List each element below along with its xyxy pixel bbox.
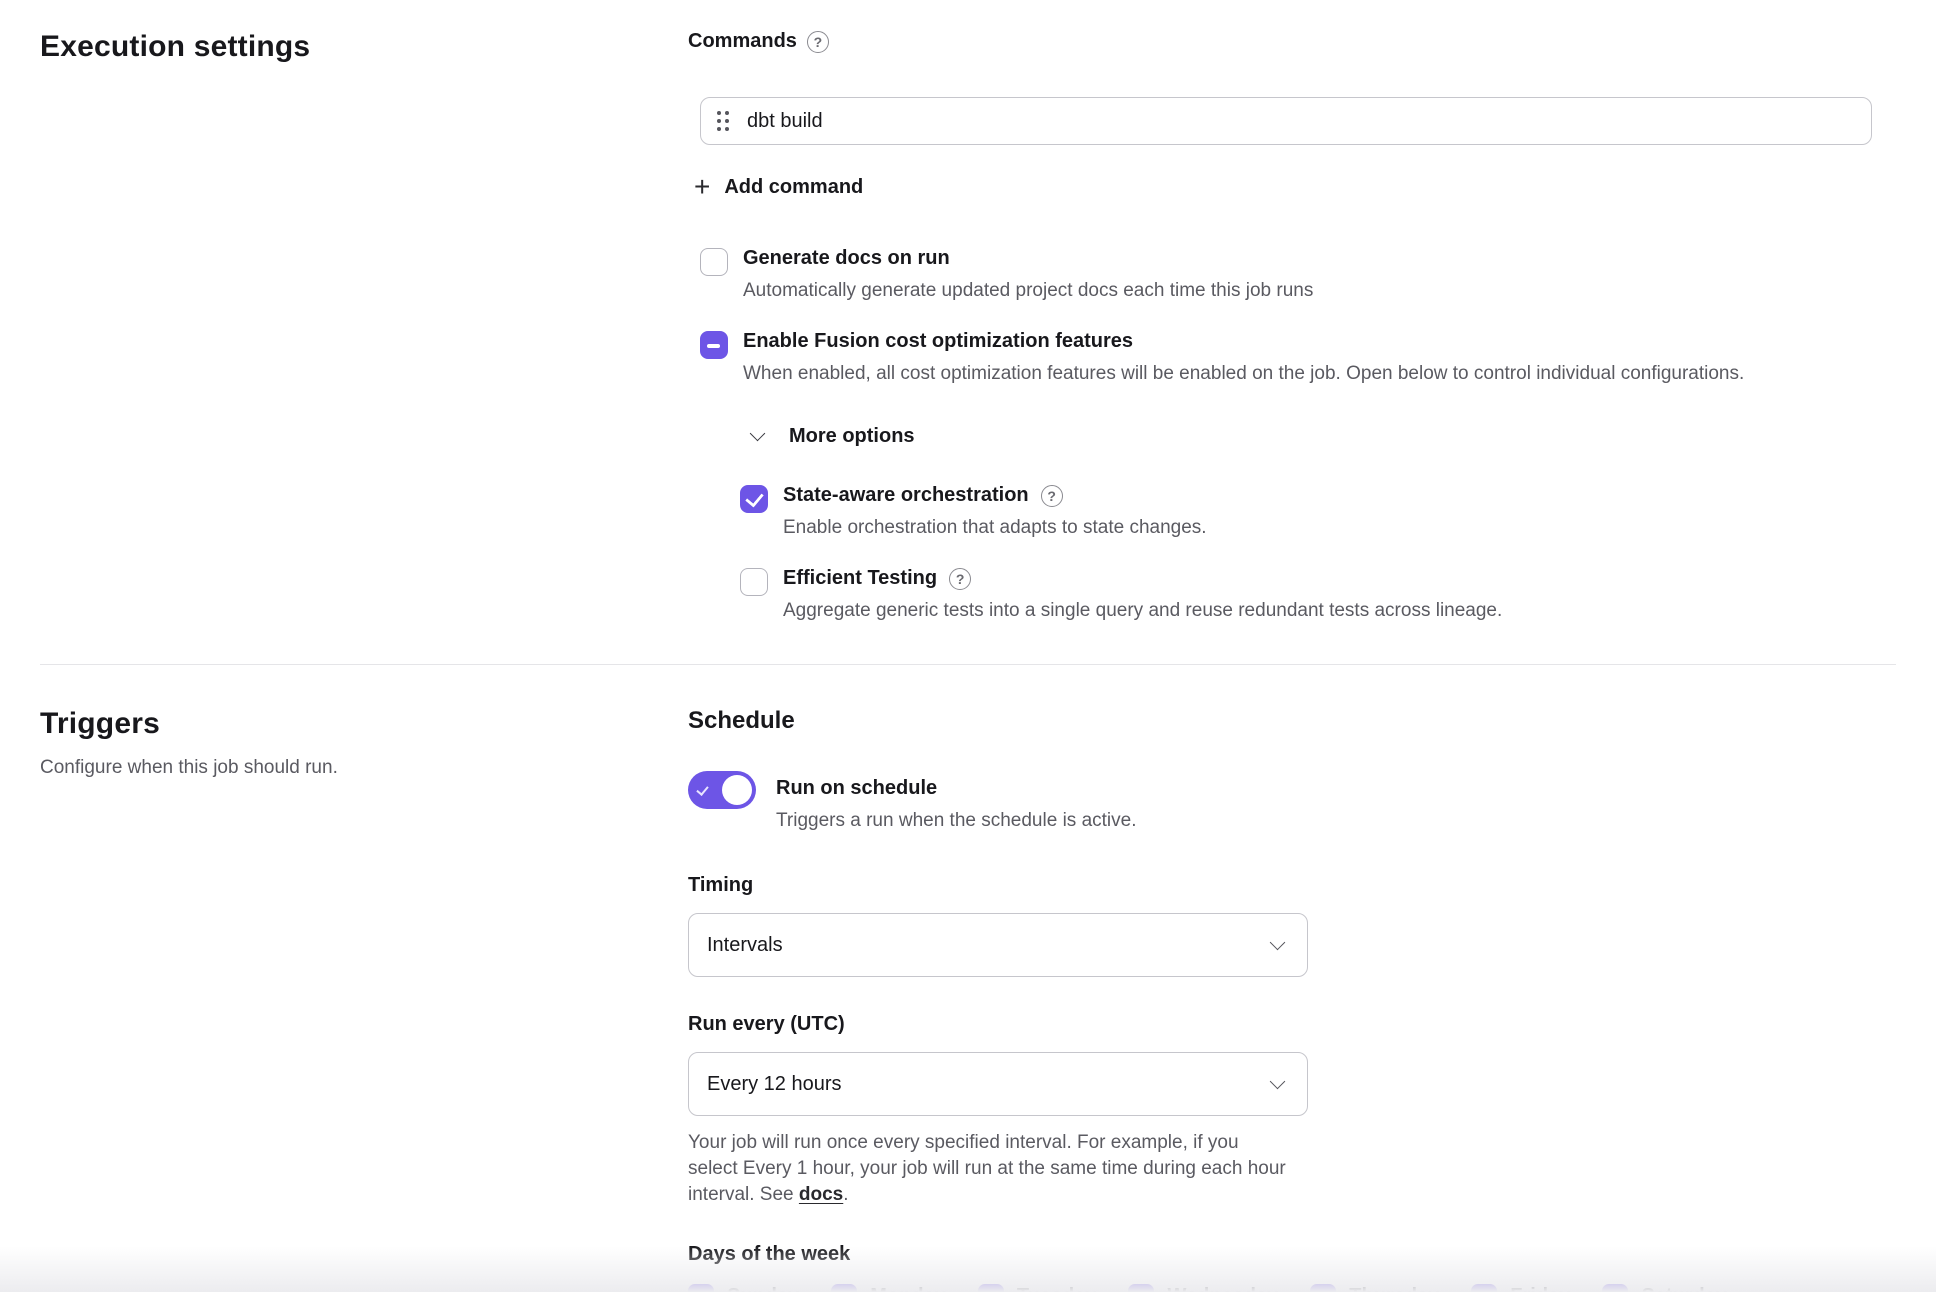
day-item-tuesday[interactable]: Tuesday — [978, 1284, 1097, 1292]
fusion-sub-options: State-aware orchestration ? Enable orche… — [740, 484, 1888, 622]
tuesday-label: Tuesday — [1017, 1285, 1097, 1292]
fusion-label[interactable]: Enable Fusion cost optimization features — [743, 330, 1133, 353]
efficient-testing-label[interactable]: Efficient Testing — [783, 567, 937, 590]
triggers-left: Triggers Configure when this job should … — [40, 707, 688, 1292]
triggers-title: Triggers — [40, 707, 688, 741]
sunday-checkbox[interactable] — [688, 1284, 714, 1292]
days-of-week-row: Sunday Monday Tuesday Wednesday Thursday — [688, 1284, 1888, 1292]
toggle-knob — [722, 775, 752, 805]
day-item-monday[interactable]: Monday — [831, 1284, 946, 1292]
run-on-schedule-label: Run on schedule — [776, 777, 1136, 800]
chevron-down-icon — [1270, 934, 1286, 950]
generate-docs-description: Automatically generate updated project d… — [743, 280, 1313, 302]
add-command-button[interactable]: + Add command — [694, 173, 863, 201]
state-aware-label[interactable]: State-aware orchestration — [783, 484, 1029, 507]
execution-settings-section: Execution settings Commands ? + Add comm… — [0, 0, 1936, 622]
execution-settings-right: Commands ? + Add command — [688, 30, 1888, 622]
saturday-checkbox[interactable] — [1602, 1284, 1628, 1292]
fusion-row: Enable Fusion cost optimization features… — [700, 330, 1888, 385]
efficient-testing-help-icon[interactable]: ? — [949, 568, 971, 590]
execution-settings-title: Execution settings — [40, 30, 688, 64]
monday-label: Monday — [870, 1285, 946, 1292]
timing-select-value: Intervals — [707, 934, 783, 957]
run-every-select[interactable]: Every 12 hours — [688, 1052, 1308, 1116]
more-options-label: More options — [789, 425, 915, 448]
state-aware-row: State-aware orchestration ? Enable orche… — [740, 484, 1888, 539]
docs-link[interactable]: docs — [799, 1184, 843, 1205]
add-command-label: Add command — [724, 176, 863, 199]
toggle-check-icon — [696, 783, 708, 796]
run-on-schedule-toggle[interactable] — [688, 771, 756, 809]
timing-label: Timing — [688, 874, 1888, 897]
interval-help-text-start: Your job will run once every specified i… — [688, 1132, 1286, 1205]
generate-docs-checkbox[interactable] — [700, 248, 728, 276]
efficient-testing-text: Efficient Testing ? Aggregate generic te… — [783, 567, 1502, 622]
chevron-down-icon — [750, 426, 766, 442]
state-aware-checkbox[interactable] — [740, 485, 768, 513]
state-aware-text: State-aware orchestration ? Enable orche… — [783, 484, 1207, 539]
day-item-friday[interactable]: Friday — [1471, 1284, 1570, 1292]
interval-help-text-end: . — [843, 1184, 848, 1205]
friday-checkbox[interactable] — [1471, 1284, 1497, 1292]
triggers-subtitle: Configure when this job should run. — [40, 757, 688, 779]
wednesday-checkbox[interactable] — [1128, 1284, 1154, 1292]
run-on-schedule-row: Run on schedule Triggers a run when the … — [688, 771, 1888, 832]
commands-help-icon[interactable]: ? — [807, 31, 829, 53]
drag-handle-icon[interactable] — [715, 107, 731, 135]
run-on-schedule-description: Triggers a run when the schedule is acti… — [776, 810, 1136, 832]
fusion-text: Enable Fusion cost optimization features… — [743, 330, 1744, 385]
run-every-label: Run every (UTC) — [688, 1013, 1888, 1036]
day-item-sunday[interactable]: Sunday — [688, 1284, 799, 1292]
generate-docs-block: Generate docs on run Automatically gener… — [700, 247, 1888, 302]
fusion-block: Enable Fusion cost optimization features… — [700, 330, 1888, 622]
job-settings-page: Execution settings Commands ? + Add comm… — [0, 0, 1936, 1292]
triggers-right: Schedule Run on schedule Triggers a run … — [688, 707, 1888, 1292]
thursday-label: Thursday — [1349, 1285, 1439, 1292]
run-on-schedule-text: Run on schedule Triggers a run when the … — [776, 771, 1136, 832]
efficient-testing-row: Efficient Testing ? Aggregate generic te… — [740, 567, 1888, 622]
fusion-description: When enabled, all cost optimization feat… — [743, 363, 1744, 385]
tuesday-checkbox[interactable] — [978, 1284, 1004, 1292]
timing-select[interactable]: Intervals — [688, 913, 1308, 977]
more-options-toggle[interactable]: More options — [752, 425, 915, 448]
generate-docs-label[interactable]: Generate docs on run — [743, 247, 950, 270]
monday-checkbox[interactable] — [831, 1284, 857, 1292]
execution-options-group: Generate docs on run Automatically gener… — [700, 247, 1888, 622]
generate-docs-row: Generate docs on run Automatically gener… — [700, 247, 1888, 302]
generate-docs-text: Generate docs on run Automatically gener… — [743, 247, 1313, 302]
saturday-label: Saturday — [1641, 1285, 1727, 1292]
command-input[interactable] — [747, 110, 1855, 133]
state-aware-help-icon[interactable]: ? — [1041, 485, 1063, 507]
day-item-wednesday[interactable]: Wednesday — [1128, 1284, 1278, 1292]
thursday-checkbox[interactable] — [1310, 1284, 1336, 1292]
efficient-testing-description: Aggregate generic tests into a single qu… — [783, 600, 1502, 622]
days-of-week-label: Days of the week — [688, 1243, 1888, 1266]
sunday-label: Sunday — [727, 1285, 799, 1292]
schedule-heading: Schedule — [688, 707, 1888, 735]
plus-icon: + — [694, 173, 710, 201]
efficient-testing-checkbox[interactable] — [740, 568, 768, 596]
execution-settings-left: Execution settings — [40, 30, 688, 622]
day-item-thursday[interactable]: Thursday — [1310, 1284, 1439, 1292]
friday-label: Friday — [1510, 1285, 1570, 1292]
interval-help-text: Your job will run once every specified i… — [688, 1130, 1288, 1209]
command-row — [700, 97, 1872, 145]
wednesday-label: Wednesday — [1167, 1285, 1278, 1292]
run-every-select-value: Every 12 hours — [707, 1073, 842, 1096]
triggers-section: Triggers Configure when this job should … — [0, 665, 1936, 1292]
fusion-checkbox[interactable] — [700, 331, 728, 359]
state-aware-description: Enable orchestration that adapts to stat… — [783, 517, 1207, 539]
day-item-saturday[interactable]: Saturday — [1602, 1284, 1727, 1292]
commands-label-row: Commands ? — [688, 30, 1888, 53]
chevron-down-icon — [1270, 1073, 1286, 1089]
commands-label: Commands — [688, 30, 797, 53]
